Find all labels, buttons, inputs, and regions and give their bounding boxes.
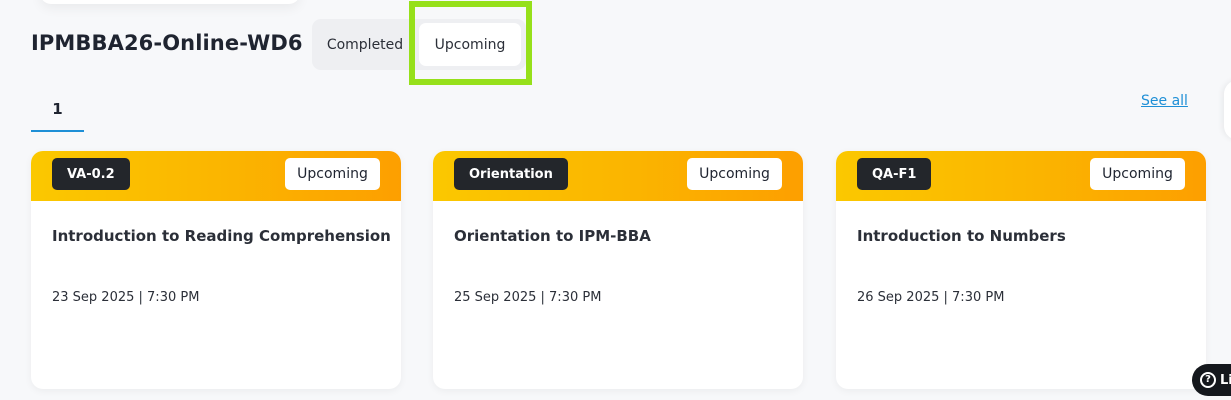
session-card[interactable]: QA-F1 Upcoming Introduction to Numbers 2… — [836, 151, 1206, 389]
top-panel-edge — [40, 0, 300, 4]
see-all-link[interactable]: See all — [1141, 93, 1188, 109]
tab-upcoming[interactable]: Upcoming — [419, 23, 521, 66]
tab-completed[interactable]: Completed — [312, 19, 418, 70]
active-tab-indicator — [31, 130, 84, 132]
side-panel-edge — [1224, 80, 1231, 140]
question-circle-icon: ? — [1200, 372, 1216, 388]
session-title: Introduction to Numbers — [857, 227, 1066, 245]
session-title: Introduction to Reading Comprehension — [52, 227, 391, 245]
session-card[interactable]: Orientation Upcoming Orientation to IPM-… — [433, 151, 803, 389]
card-header: VA-0.2 Upcoming — [31, 151, 401, 201]
session-code-badge: Orientation — [454, 158, 568, 190]
session-code-badge: VA-0.2 — [52, 158, 130, 190]
card-header: QA-F1 Upcoming — [836, 151, 1206, 201]
session-card[interactable]: VA-0.2 Upcoming Introduction to Reading … — [31, 151, 401, 389]
status-badge: Upcoming — [285, 158, 380, 190]
session-datetime: 26 Sep 2025 | 7:30 PM — [857, 290, 1005, 305]
live-help-label: Li — [1220, 372, 1231, 388]
card-header: Orientation Upcoming — [433, 151, 803, 201]
status-badge: Upcoming — [687, 158, 782, 190]
page-tab-1[interactable]: 1 — [31, 85, 84, 133]
session-title: Orientation to IPM-BBA — [454, 227, 651, 245]
live-help-button[interactable]: ? Li — [1192, 364, 1231, 396]
batch-title: IPMBBA26-Online-WD6 — [31, 31, 303, 55]
session-datetime: 23 Sep 2025 | 7:30 PM — [52, 290, 200, 305]
status-badge: Upcoming — [1090, 158, 1185, 190]
session-code-badge: QA-F1 — [857, 158, 932, 190]
session-filter-toggle: Completed Upcoming — [312, 19, 526, 70]
session-datetime: 25 Sep 2025 | 7:30 PM — [454, 290, 602, 305]
